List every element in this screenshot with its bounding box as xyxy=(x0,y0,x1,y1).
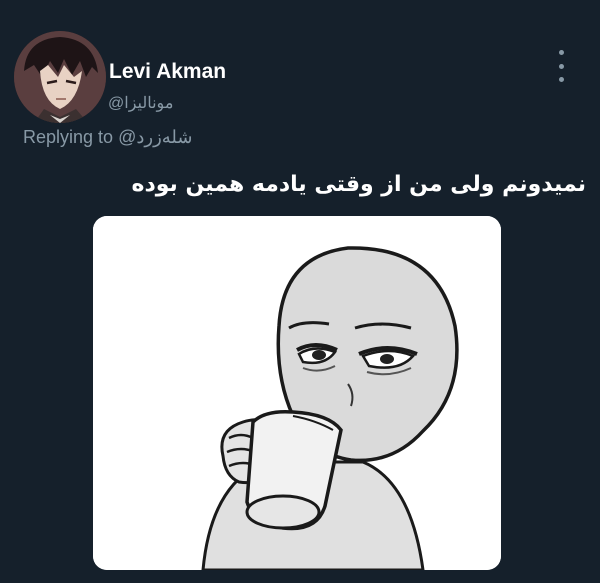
author-handle[interactable]: @مونالیزا xyxy=(108,93,173,113)
avatar-image xyxy=(14,31,106,123)
more-dot xyxy=(558,77,564,82)
replying-to-line: Replying to @شله‌زرد xyxy=(23,127,192,148)
tweet-text: نمیدونم ولی من از وقتی یادمه همین بوده xyxy=(131,172,586,197)
more-options-button[interactable] xyxy=(552,50,570,82)
more-dot xyxy=(558,63,564,69)
reply-mention-link[interactable]: @شله‌زرد xyxy=(118,127,192,147)
tweet-media-image[interactable] xyxy=(93,216,501,570)
replying-to-label: Replying to xyxy=(23,127,114,147)
avatar[interactable] xyxy=(14,31,106,123)
meme-face-drinking-icon xyxy=(93,216,501,570)
author-display-name[interactable]: Levi Akman xyxy=(109,60,226,84)
more-vertical-icon xyxy=(558,50,564,55)
